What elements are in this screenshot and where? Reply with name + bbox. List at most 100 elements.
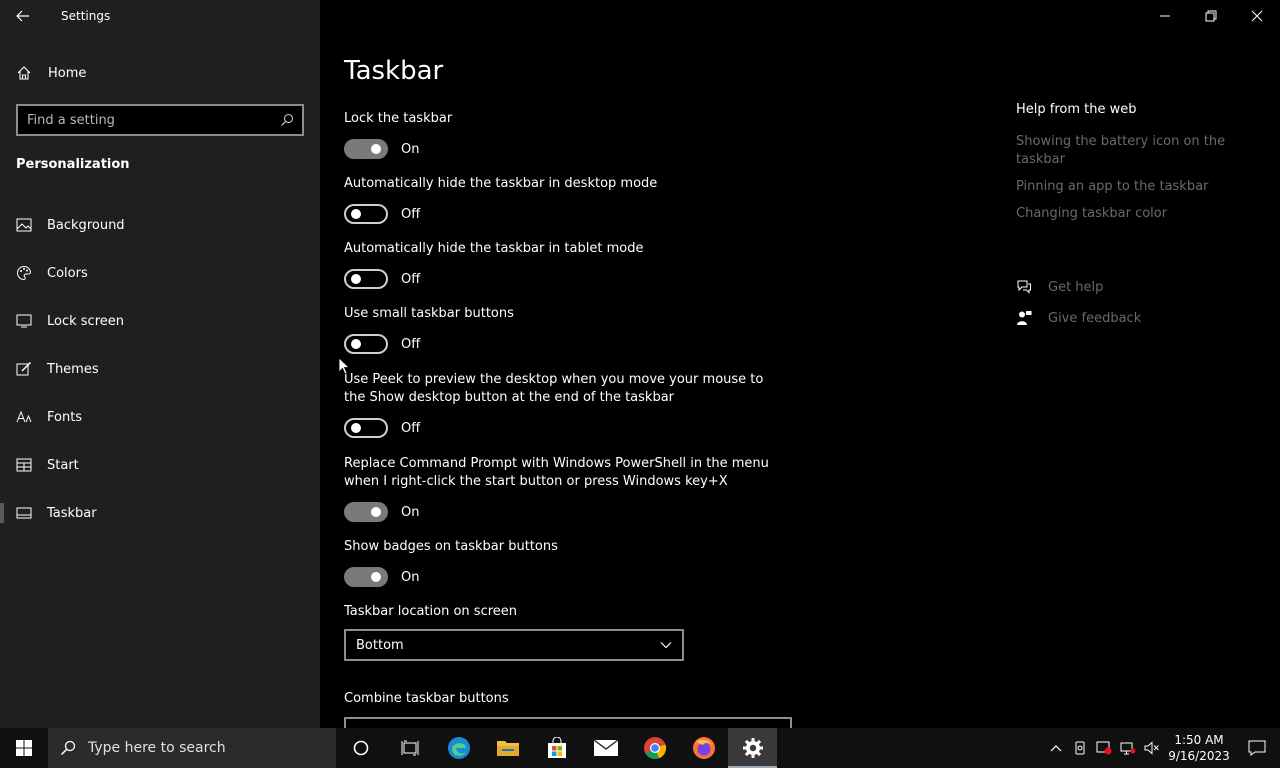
setting-label: Automatically hide the taskbar in tablet… bbox=[344, 241, 644, 256]
help-link-color[interactable]: Changing taskbar color bbox=[1016, 205, 1236, 223]
windows-logo-icon bbox=[16, 740, 32, 756]
sidebar-item-label: Taskbar bbox=[47, 505, 97, 521]
section-title: Personalization bbox=[16, 157, 130, 172]
taskbar-file-explorer[interactable] bbox=[483, 728, 532, 768]
app-title: Settings bbox=[61, 9, 111, 23]
taskbar-firefox[interactable] bbox=[679, 728, 728, 768]
autohide-desktop-toggle[interactable] bbox=[344, 204, 388, 224]
taskbar-search-box[interactable]: Type here to search bbox=[48, 728, 336, 768]
lock-taskbar-toggle[interactable] bbox=[344, 139, 388, 159]
edge-icon bbox=[447, 737, 470, 759]
setting-badges: Show badges on taskbar buttons On bbox=[344, 538, 784, 587]
sidebar-item-fonts[interactable]: Fonts bbox=[0, 397, 320, 437]
tray-meet-now[interactable] bbox=[1068, 728, 1092, 768]
taskbar-settings[interactable] bbox=[728, 728, 777, 768]
toggle-state: On bbox=[401, 504, 420, 520]
window-controls bbox=[1142, 0, 1280, 32]
taskbar-chrome[interactable] bbox=[630, 728, 679, 768]
chevron-up-icon bbox=[1050, 745, 1062, 752]
task-view-icon bbox=[401, 740, 418, 756]
taskbar-clock[interactable]: 1:50 AM 9/16/2023 bbox=[1164, 732, 1234, 764]
back-button[interactable] bbox=[0, 0, 46, 32]
setting-small-buttons: Use small taskbar buttons Off bbox=[344, 305, 784, 354]
tray-security[interactable] bbox=[1092, 728, 1116, 768]
tray-volume[interactable] bbox=[1140, 728, 1164, 768]
restore-icon bbox=[1205, 10, 1217, 22]
minimize-button[interactable] bbox=[1142, 0, 1188, 32]
help-link-pinning[interactable]: Pinning an app to the taskbar bbox=[1016, 178, 1236, 196]
setting-location: Taskbar location on screen Bottom bbox=[344, 603, 784, 661]
system-tray: 1:50 AM 9/16/2023 bbox=[1044, 728, 1280, 768]
sidebar-item-start[interactable]: Start bbox=[0, 445, 320, 485]
badges-toggle[interactable] bbox=[344, 567, 388, 587]
gear-icon bbox=[742, 738, 763, 758]
brush-icon bbox=[0, 361, 47, 377]
taskbar-mail[interactable] bbox=[581, 728, 630, 768]
minimize-icon bbox=[1160, 15, 1170, 17]
action-center-button[interactable] bbox=[1234, 728, 1280, 768]
setting-lock-taskbar: Lock the taskbar On bbox=[344, 110, 784, 159]
taskbar-edge[interactable] bbox=[434, 728, 483, 768]
setting-label: Replace Command Prompt with Windows Powe… bbox=[344, 456, 769, 489]
help-title: Help from the web bbox=[1016, 102, 1137, 117]
close-button[interactable] bbox=[1234, 0, 1280, 32]
toggle-state: Off bbox=[401, 206, 421, 222]
tray-network[interactable] bbox=[1116, 728, 1140, 768]
give-feedback-link[interactable]: Give feedback bbox=[1016, 307, 1141, 329]
folder-icon bbox=[496, 741, 519, 756]
sidebar-item-lock-screen[interactable]: Lock screen bbox=[0, 301, 320, 341]
sidebar-item-taskbar[interactable]: Taskbar bbox=[0, 493, 320, 533]
search-input[interactable] bbox=[18, 112, 272, 128]
start-menu-icon bbox=[0, 458, 47, 472]
cortana-button[interactable] bbox=[336, 728, 385, 768]
task-view-button[interactable] bbox=[385, 728, 434, 768]
sidebar-item-label: Themes bbox=[47, 361, 99, 377]
monitor-icon bbox=[0, 314, 47, 328]
sidebar-item-colors[interactable]: Colors bbox=[0, 253, 320, 293]
notification-icon bbox=[1248, 740, 1266, 756]
help-link-battery[interactable]: Showing the battery icon on the taskbar bbox=[1016, 133, 1236, 169]
show-hidden-icons-button[interactable] bbox=[1044, 728, 1068, 768]
close-icon bbox=[1251, 10, 1263, 22]
start-button[interactable] bbox=[0, 728, 48, 768]
volume-muted-icon bbox=[1144, 741, 1159, 755]
help-actions: Get help Give feedback bbox=[1016, 276, 1141, 338]
mail-icon bbox=[593, 739, 618, 756]
peek-toggle[interactable] bbox=[344, 418, 388, 438]
taskbar-location-dropdown[interactable]: Bottom bbox=[344, 629, 684, 661]
setting-autohide-tablet: Automatically hide the taskbar in tablet… bbox=[344, 240, 784, 289]
clock-time: 1:50 AM bbox=[1174, 733, 1224, 747]
sidebar: Settings Home Personalization Background… bbox=[0, 0, 320, 728]
sidebar-item-themes[interactable]: Themes bbox=[0, 349, 320, 389]
feedback-icon bbox=[1017, 311, 1032, 325]
toggle-state: Off bbox=[401, 336, 421, 352]
image-icon bbox=[0, 218, 47, 232]
page-title: Taskbar bbox=[344, 56, 444, 86]
combine-buttons-dropdown[interactable] bbox=[344, 717, 792, 728]
search-box[interactable] bbox=[16, 104, 304, 136]
sidebar-item-label: Background bbox=[47, 217, 125, 233]
search-icon[interactable] bbox=[272, 113, 302, 127]
toggle-state: Off bbox=[401, 271, 421, 287]
help-panel: Help from the web Showing the battery ic… bbox=[1016, 102, 1236, 232]
get-help-link[interactable]: Get help bbox=[1016, 276, 1141, 298]
give-feedback-label: Give feedback bbox=[1048, 310, 1142, 326]
taskbar-store[interactable] bbox=[532, 728, 581, 768]
windows-taskbar: Type here to search 1:50 AM 9/16/2023 bbox=[0, 728, 1280, 768]
autohide-tablet-toggle[interactable] bbox=[344, 269, 388, 289]
cortana-circle-icon bbox=[353, 740, 368, 756]
small-buttons-toggle[interactable] bbox=[344, 334, 388, 354]
restore-button[interactable] bbox=[1188, 0, 1234, 32]
back-arrow-icon bbox=[16, 10, 29, 22]
home-link[interactable]: Home bbox=[16, 60, 86, 86]
setting-powershell: Replace Command Prompt with Windows Powe… bbox=[344, 455, 774, 522]
sidebar-item-background[interactable]: Background bbox=[0, 205, 320, 245]
powershell-toggle[interactable] bbox=[344, 502, 388, 522]
dropdown-value: Bottom bbox=[356, 637, 404, 653]
setting-label: Automatically hide the taskbar in deskto… bbox=[344, 176, 658, 191]
taskbar-search-placeholder: Type here to search bbox=[88, 740, 226, 756]
store-bag-icon bbox=[547, 737, 566, 758]
taskbar-icon bbox=[0, 507, 47, 519]
setting-autohide-desktop: Automatically hide the taskbar in deskto… bbox=[344, 175, 784, 224]
home-label: Home bbox=[48, 65, 87, 81]
